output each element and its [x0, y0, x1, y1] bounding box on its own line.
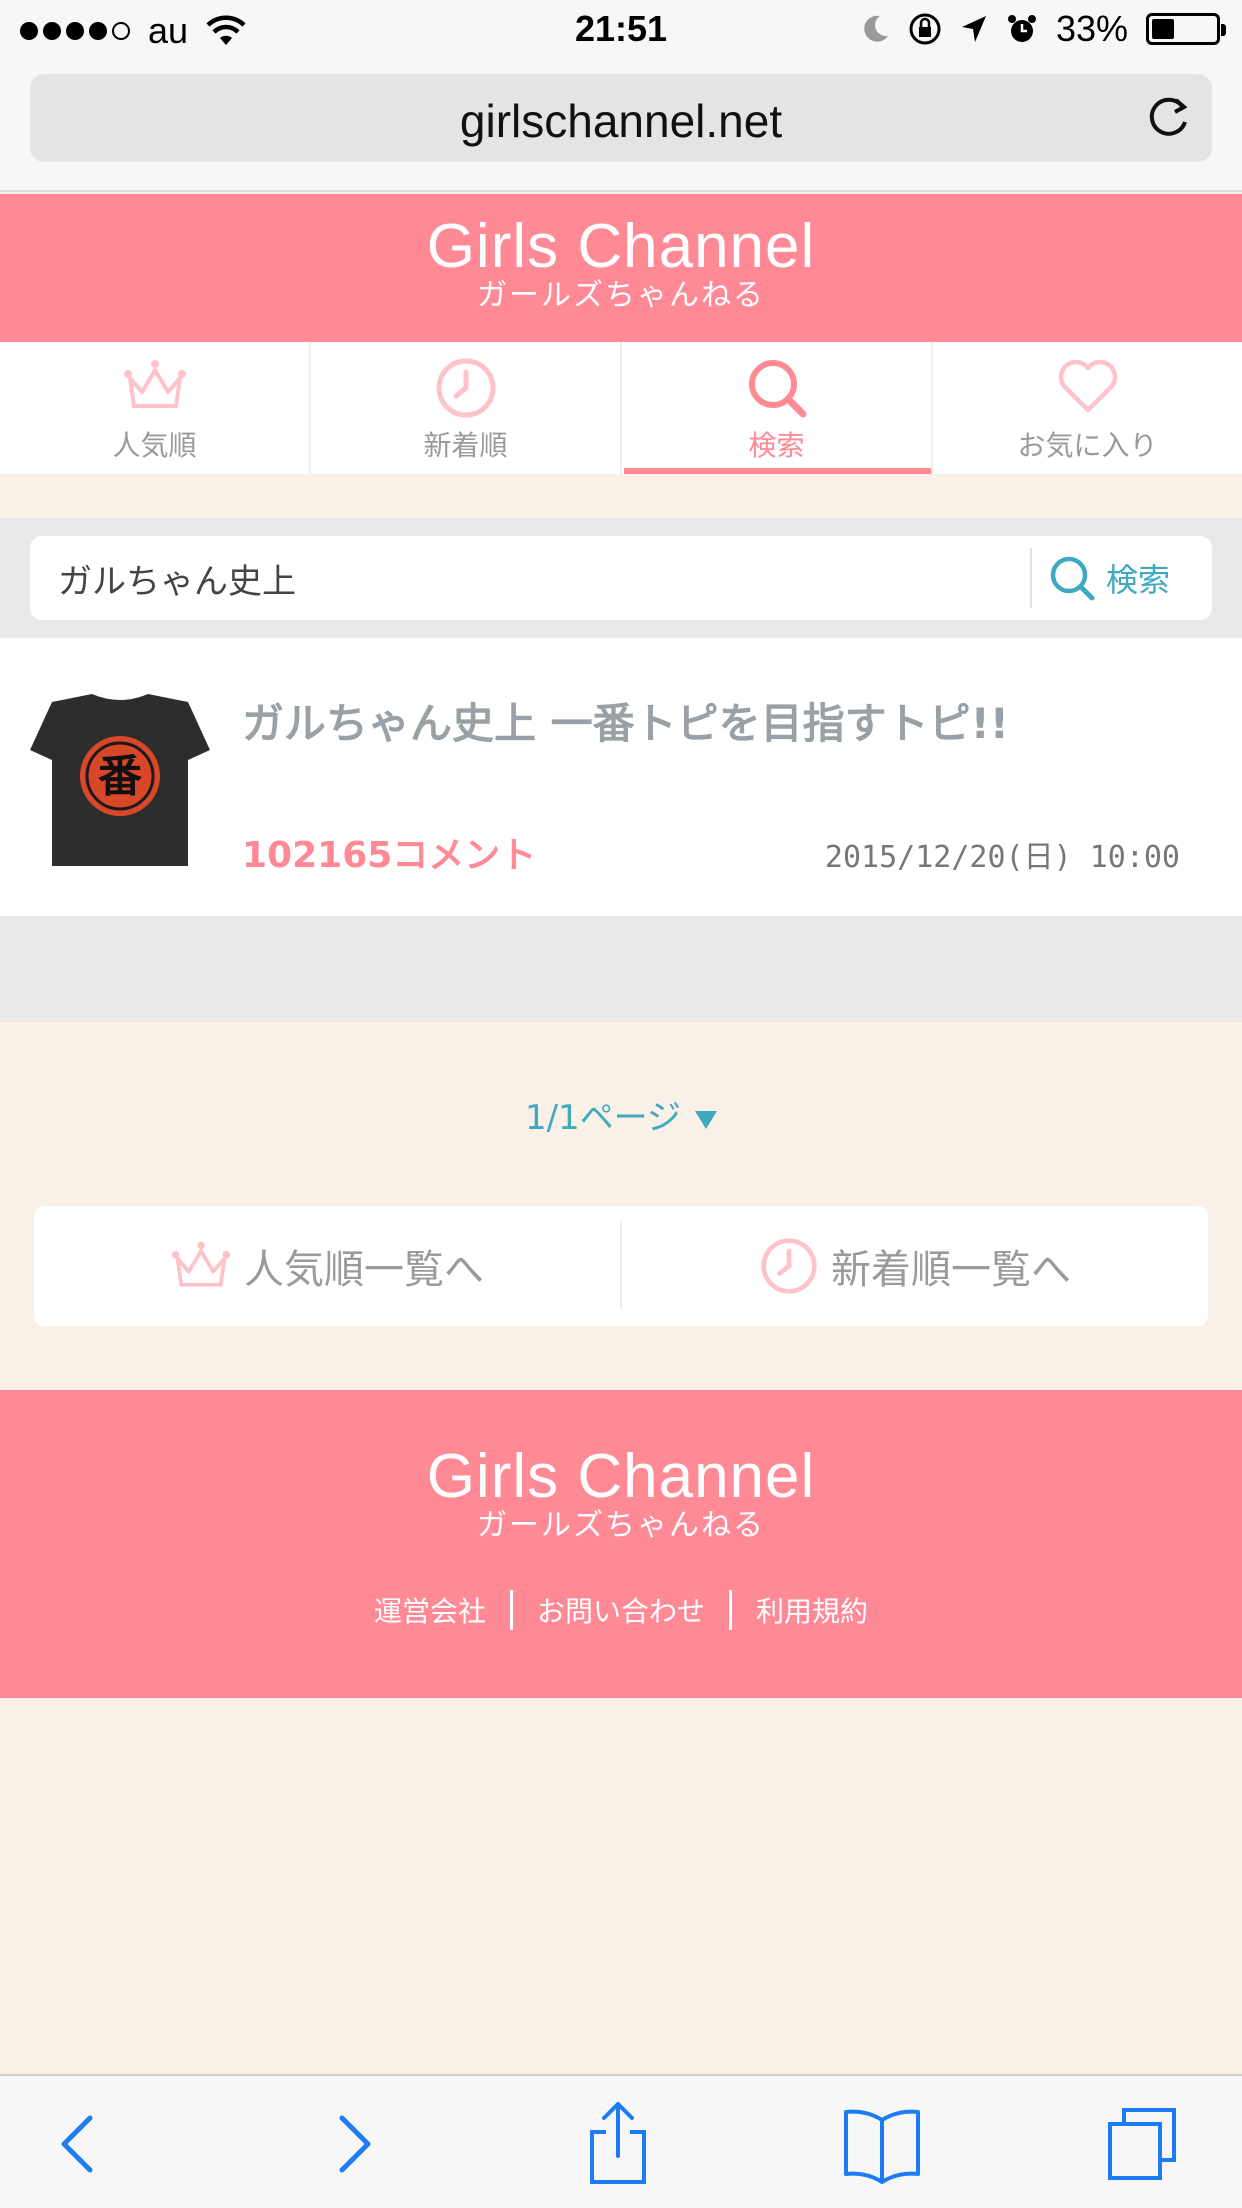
clock-icon [761, 1238, 817, 1294]
battery-icon [1146, 13, 1226, 45]
address-bar[interactable]: girlschannel.net [30, 74, 1212, 162]
rotation-lock-icon [909, 13, 941, 45]
topic-thumbnail[interactable]: 番 [30, 690, 210, 866]
status-bar: au 21:51 33% [0, 0, 1242, 62]
main-tabs: 人気順 新着順 検索 お気に入り [0, 342, 1242, 474]
topic-title[interactable]: ガルちゃん史上 一番トピを目指すトピ!! [242, 690, 1009, 751]
footer-links: 運営会社 お問い合わせ 利用規約 [0, 1590, 1242, 1630]
search-button[interactable]: 検索 [1048, 550, 1170, 606]
search-icon [748, 360, 806, 418]
list-links: 人気順一覧へ 新着順一覧へ [34, 1206, 1208, 1326]
browser-toolbar [0, 2074, 1242, 2208]
search-divider [1030, 548, 1032, 608]
tab-label: 人気順 [112, 429, 197, 462]
search-icon [1050, 556, 1095, 601]
back-icon[interactable] [40, 2102, 120, 2186]
battery-percent: 33% [1055, 8, 1128, 49]
site-header[interactable]: Girls Channel ガールズちゃんねる [0, 194, 1242, 342]
footer-link-terms[interactable]: 利用規約 [756, 1590, 868, 1630]
popular-list-link[interactable]: 人気順一覧へ [34, 1206, 620, 1326]
location-arrow-icon [961, 16, 986, 42]
share-icon[interactable] [578, 2102, 658, 2186]
clock-icon [436, 358, 495, 418]
footer-link-company[interactable]: 運営会社 [374, 1590, 486, 1630]
tab-newest[interactable]: 新着順 [311, 342, 622, 474]
site-logo-kana: ガールズちゃんねる [477, 278, 765, 313]
reload-icon[interactable] [1142, 92, 1194, 144]
newest-list-link[interactable]: 新着順一覧へ [620, 1222, 1208, 1310]
topic-list-item[interactable]: 番 ガルちゃん史上 一番トピを目指すトピ!! 102165コメント 2015/1… [0, 638, 1242, 916]
ad-space [0, 916, 1242, 1022]
tab-favorites[interactable]: お気に入り [933, 342, 1242, 474]
tab-search[interactable]: 検索 [622, 342, 933, 474]
tab-label: お気に入り [1017, 429, 1158, 462]
crown-icon [171, 1241, 231, 1287]
page-selector[interactable]: 1/1ページ [0, 1090, 1242, 1139]
tab-label: 検索 [748, 429, 805, 462]
browser-address-area: girlschannel.net [0, 62, 1242, 192]
search-box: 検索 [30, 536, 1212, 620]
moon-icon [864, 15, 888, 42]
dropdown-triangle-icon[interactable] [695, 1110, 718, 1129]
page-indicator[interactable]: 1/1ページ [525, 1098, 681, 1138]
tab-popular[interactable]: 人気順 [0, 342, 311, 474]
footer-logo-kana: ガールズちゃんねる [477, 1508, 765, 1543]
popular-list-link-label: 人気順一覧へ [244, 1247, 484, 1293]
footer-separator [509, 1590, 513, 1630]
footer-logo[interactable]: Girls Channel [0, 1390, 1242, 1508]
search-input[interactable] [58, 536, 1038, 620]
site-logo[interactable]: Girls Channel [0, 194, 1242, 278]
crown-icon [123, 360, 186, 408]
footer-link-contact[interactable]: お問い合わせ [537, 1590, 705, 1630]
site-footer: Girls Channel ガールズちゃんねる 運営会社 お問い合わせ 利用規約 [0, 1390, 1242, 1698]
alarm-icon [1007, 15, 1036, 42]
forward-icon[interactable] [312, 2102, 392, 2186]
topic-date: 2015/12/20(日) 10:00 [824, 840, 1180, 875]
search-button-label: 検索 [1106, 561, 1171, 599]
bookmarks-icon[interactable] [842, 2102, 922, 2186]
tab-label: 新着順 [423, 429, 508, 462]
tabs-icon[interactable] [1102, 2102, 1182, 2186]
footer-separator [729, 1590, 732, 1630]
heart-icon [1058, 359, 1117, 413]
search-area: 検索 [0, 518, 1242, 638]
newest-list-link-label: 新着順一覧へ [831, 1247, 1071, 1293]
thumbnail-kanji: 番 [98, 751, 143, 802]
url-text[interactable]: girlschannel.net [30, 94, 1212, 148]
comment-count: 102165コメント [242, 835, 537, 876]
